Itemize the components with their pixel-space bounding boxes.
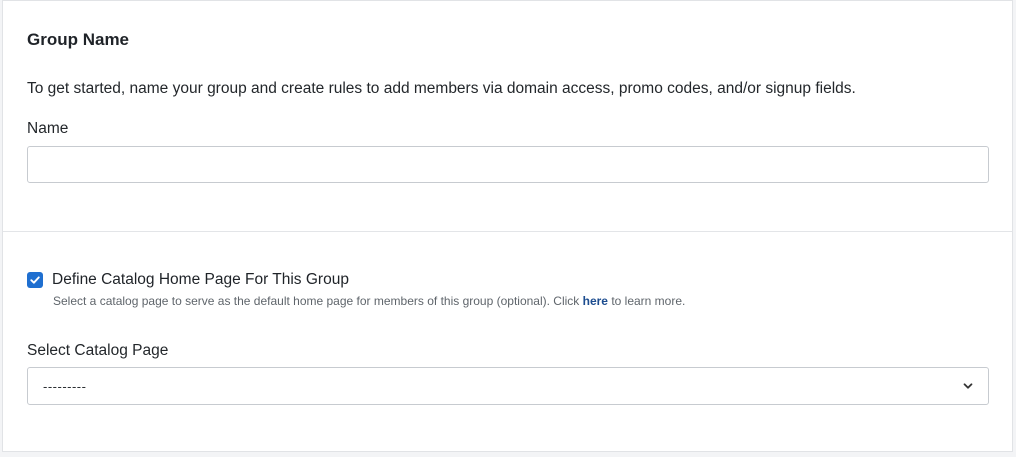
catalog-home-label: Define Catalog Home Page For This Group — [52, 271, 349, 288]
select-value: --------- — [43, 378, 87, 394]
name-input[interactable] — [27, 146, 989, 183]
catalog-page-select[interactable]: --------- — [27, 367, 989, 405]
help-here-link[interactable]: here — [583, 294, 608, 308]
name-label: Name — [27, 120, 69, 137]
group-name-section: Group Name To get started, name your gro… — [3, 1, 1012, 232]
catalog-home-toggle[interactable]: Define Catalog Home Page For This Group — [27, 271, 349, 289]
catalog-help-text: Select a catalog page to serve as the de… — [53, 294, 685, 308]
help-prefix: Select a catalog page to serve as the de… — [53, 294, 583, 308]
checkmark-icon — [30, 276, 40, 284]
catalog-home-checkbox[interactable] — [27, 272, 43, 288]
help-suffix: to learn more. — [607, 294, 686, 308]
group-settings-card: Group Name To get started, name your gro… — [2, 0, 1013, 452]
chevron-down-icon — [963, 383, 973, 389]
intro-text: To get started, name your group and crea… — [27, 80, 856, 97]
select-catalog-label: Select Catalog Page — [27, 342, 169, 359]
section-title: Group Name — [27, 30, 130, 49]
